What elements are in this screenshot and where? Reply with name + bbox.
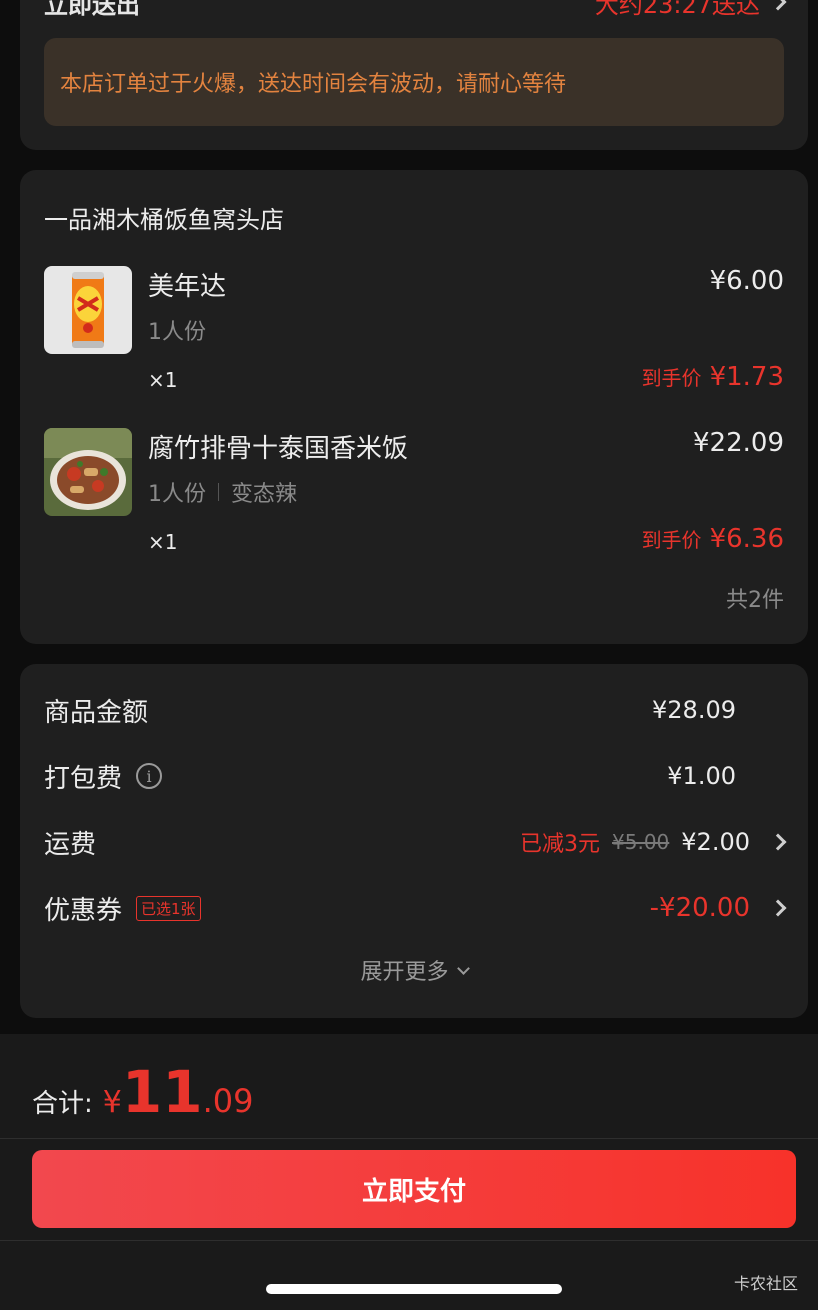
total-amount: ¥ 11 .09 [103,1058,254,1126]
goods-amount-row: 商品金额 ¥28.09 [44,690,784,730]
coupon-label-text: 优惠券 [44,895,123,926]
expand-more-label: 展开更多 [360,960,449,985]
item-spec-portion: 1人份 [148,320,206,345]
expand-more-button[interactable]: 展开更多 [20,954,808,986]
final-price-value: ¥1.73 [709,362,784,392]
coupon-value-wrap: -¥20.00 [649,893,787,923]
shipping-fee-value: ¥2.00 [681,828,750,856]
spec-divider [218,483,219,501]
item-quantity: ×1 [148,530,178,554]
item-final-price: 到手价 ¥1.73 [642,362,784,392]
shipping-fee-label-text: 运费 [44,829,97,860]
shop-card: 一品湘木桶饭鱼窝头店 美年达 ¥6.00 1人份 ×1 到手价 ¥1.73 腐竹… [20,170,808,644]
goods-amount-label-text: 商品金额 [44,697,149,728]
delivery-time-row[interactable]: 立即送出 大约23:27送达 [44,0,787,20]
chevron-right-icon[interactable] [769,833,787,851]
item-spec: 1人份 [148,314,206,346]
chevron-right-icon [769,0,787,11]
shipping-fee-value-wrap: 已减3元 ¥5.00 ¥2.00 [520,826,787,858]
item-name: 腐竹排骨十泰国香米饭 [148,434,409,464]
total-label: 合计: [32,1089,93,1119]
packing-fee-value: ¥1.00 [667,762,736,790]
coupon-discount-value: -¥20.00 [649,893,750,923]
packing-fee-label: 打包费 i [44,758,163,795]
checkout-bar: 合计: ¥ 11 .09 立即支付 卡农社区 [0,1034,818,1310]
pay-now-button[interactable]: 立即支付 [32,1150,796,1228]
item-quantity: ×1 [148,368,178,392]
item-spec-portion: 1人份 [148,482,206,507]
delivery-time[interactable]: 大约23:27送达 [594,0,787,20]
rice-bowl-image [44,428,132,516]
home-indicator[interactable] [266,1284,562,1294]
coupon-selected-badge: 已选1张 [136,895,201,921]
fees-card: 商品金额 ¥28.09 打包费 i ¥1.00 运费 已减3元 ¥5.00 ¥2… [20,664,808,1018]
delivery-time-text: 大约23:27送达 [594,0,760,19]
shop-name[interactable]: 一品湘木桶饭鱼窝头店 [44,200,284,235]
chevron-right-icon[interactable] [769,899,787,917]
item-spec-spice: 变态辣 [231,482,298,507]
packing-fee-label-text: 打包费 [44,763,123,794]
shipping-original-price: ¥5.00 [612,830,670,854]
order-item[interactable]: 腐竹排骨十泰国香米饭 ¥22.09 1人份 变态辣 ×1 到手价 ¥6.36 [44,428,784,568]
goods-amount-label: 商品金额 [44,692,148,729]
item-price: ¥6.00 [709,266,784,296]
goods-amount-value: ¥28.09 [652,696,736,724]
item-final-price: 到手价 ¥6.36 [642,524,784,554]
final-price-label: 到手价 [641,366,702,390]
total-row: 合计: ¥ 11 .09 [32,1058,253,1126]
packing-fee-row: 打包费 i ¥1.00 [44,756,784,796]
watermark-text: 卡农社区 [733,1274,798,1293]
delivery-label: 立即送出 [44,0,140,19]
item-spec: 1人份 变态辣 [148,476,297,508]
delivery-card: 立即送出 大约23:27送达 本店订单过于火爆，送达时间会有波动，请耐心等待 [20,0,808,150]
final-price-value: ¥6.36 [709,524,784,554]
info-icon[interactable]: i [136,763,163,789]
total-currency: ¥ [102,1085,122,1120]
divider [0,1240,818,1241]
item-total-count: 共2件 [726,588,784,613]
coupon-label: 优惠券 已选1张 [44,890,201,927]
packing-fee-value-wrap: ¥1.00 [667,762,784,790]
item-name: 美年达 [148,272,227,302]
shipping-reduced: 已减3元 [520,832,601,857]
final-price-label: 到手价 [641,528,702,552]
order-item[interactable]: 美年达 ¥6.00 1人份 ×1 到手价 ¥1.73 [44,266,784,406]
coupon-row[interactable]: 优惠券 已选1张 -¥20.00 [44,888,787,928]
soda-can-image [44,266,132,354]
chevron-down-icon [456,961,470,975]
shipping-fee-label: 运费 [44,824,96,861]
busy-notice-text: 本店订单过于火爆，送达时间会有波动，请耐心等待 [60,72,567,97]
shipping-fee-row[interactable]: 运费 已减3元 ¥5.00 ¥2.00 [44,822,787,862]
total-integer: 11 [121,1058,203,1126]
busy-notice: 本店订单过于火爆，送达时间会有波动，请耐心等待 [44,38,784,126]
item-price: ¥22.09 [693,428,784,458]
goods-amount-value-wrap: ¥28.09 [652,696,784,724]
total-decimal: .09 [202,1082,254,1120]
divider [0,1138,818,1139]
